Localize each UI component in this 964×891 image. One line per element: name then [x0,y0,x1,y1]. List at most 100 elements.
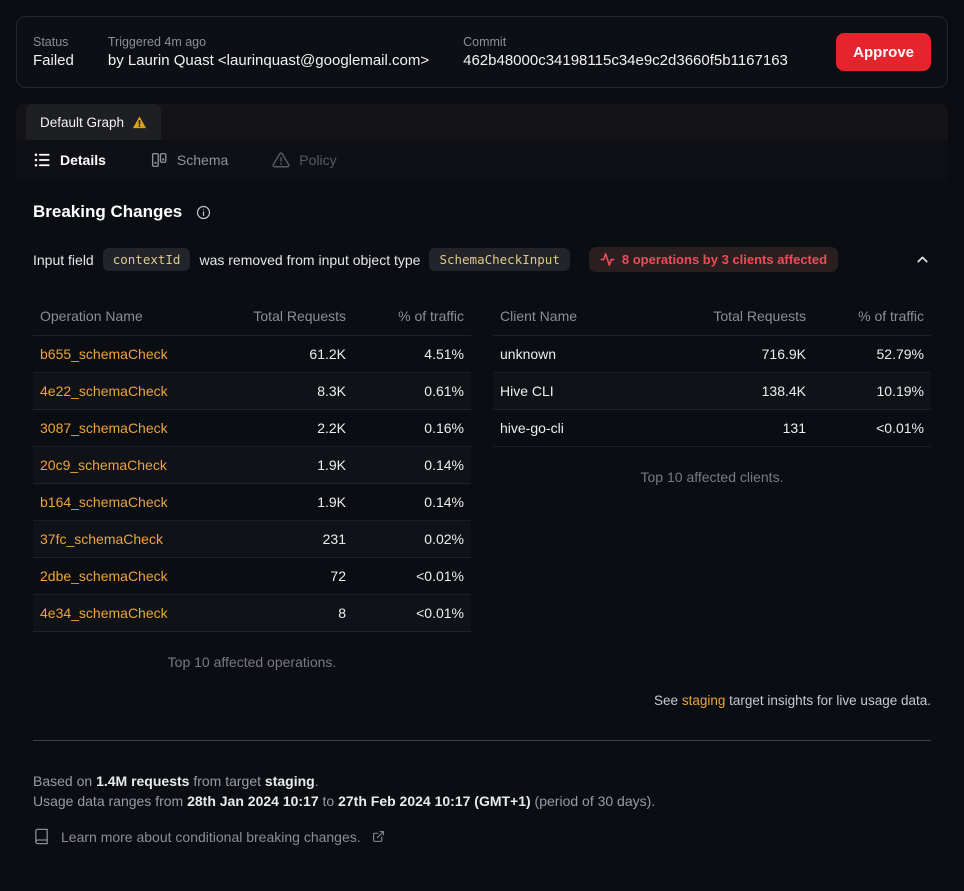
requests-count: 1.4M requests [96,773,189,789]
date-range-line: Usage data ranges from 28th Jan 2024 10:… [33,791,931,811]
traffic-value: 0.16% [346,420,464,436]
table-row: Hive CLI 138.4K 10.19% [493,373,931,410]
operation-link[interactable]: 37fc_schemaCheck [40,531,163,547]
tab-policy[interactable]: Policy [272,151,336,169]
tab-schema[interactable]: Schema [150,151,228,169]
status-value: Failed [33,52,74,69]
tab-details[interactable]: Details [33,151,106,169]
traffic-value: 0.14% [346,494,464,510]
requests-value: 8.3K [211,383,346,399]
warning-icon [132,115,147,130]
triggered-block: Triggered 4m ago by Laurin Quast <laurin… [108,35,429,69]
operations-caption: Top 10 affected operations. [33,654,471,670]
breaking-changes-title: Breaking Changes [33,202,182,222]
status-label: Status [33,35,74,49]
graph-tab-label: Default Graph [40,115,124,130]
breaking-change-accordion-header[interactable]: Input field contextId was removed from i… [33,247,931,272]
affected-badge-label: 8 operations by 3 clients affected [622,252,827,267]
operation-link[interactable]: b655_schemaCheck [40,346,168,362]
affected-operations-badge: 8 operations by 3 clients affected [589,247,838,272]
book-icon [33,828,50,845]
operation-link[interactable]: 4e22_schemaCheck [40,383,168,399]
change-middle: was removed from input object type [199,252,420,268]
based-on-line: Based on 1.4M requests from target stagi… [33,771,931,791]
col-total-requests: Total Requests [671,308,806,324]
table-row: 3087_schemaCheck 2.2K 0.16% [33,410,471,447]
requests-value: 231 [211,531,346,547]
usage-summary: Based on 1.4M requests from target stagi… [33,771,931,811]
change-prefix: Input field [33,252,94,268]
table-row: 2dbe_schemaCheck 72 <0.01% [33,558,471,595]
target-name: staging [265,773,315,789]
traffic-value: 4.51% [346,346,464,362]
breaking-change-text: Input field contextId was removed from i… [33,248,579,271]
staging-target-link[interactable]: staging [682,693,726,708]
triggered-author: by Laurin Quast <laurinquast@googlemail.… [108,52,429,69]
requests-value: 1.9K [211,457,346,473]
table-row: unknown 716.9K 52.79% [493,336,931,373]
activity-icon [600,252,615,267]
requests-value: 2.2K [211,420,346,436]
range-end: 27th Feb 2024 10:17 (GMT+1) [338,793,531,809]
details-content: Breaking Changes Input field contextId w… [16,180,948,865]
external-link-icon [372,830,385,843]
table-row: 20c9_schemaCheck 1.9K 0.14% [33,447,471,484]
traffic-value: <0.01% [806,420,924,436]
field-code-chip: contextId [103,248,191,271]
traffic-value: 0.14% [346,457,464,473]
col-traffic: % of traffic [346,308,464,324]
col-traffic: % of traffic [806,308,924,324]
requests-value: 138.4K [671,383,806,399]
traffic-value: 0.61% [346,383,464,399]
type-code-chip: SchemaCheckInput [429,248,569,271]
list-icon [33,151,51,169]
approve-button[interactable]: Approve [836,33,931,71]
status-block: Status Failed [33,35,74,69]
learn-more-link[interactable]: Learn more about conditional breaking ch… [33,828,931,845]
tab-details-label: Details [60,152,106,168]
operation-link[interactable]: 3087_schemaCheck [40,420,168,436]
info-icon[interactable] [196,205,211,220]
table-row: 37fc_schemaCheck 231 0.02% [33,521,471,558]
traffic-value: 10.19% [806,383,924,399]
check-header-card: Status Failed Triggered 4m ago by Laurin… [16,16,948,88]
section-divider [33,740,931,741]
table-row: b164_schemaCheck 1.9K 0.14% [33,484,471,521]
operation-link[interactable]: 2dbe_schemaCheck [40,568,168,584]
col-client-name: Client Name [500,308,671,324]
see-suffix: target insights for live usage data. [725,693,931,708]
tab-policy-label: Policy [299,152,336,168]
clients-caption: Top 10 affected clients. [493,469,931,485]
operation-link[interactable]: 20c9_schemaCheck [40,457,167,473]
commit-label: Commit [463,35,788,49]
client-name: hive-go-cli [500,420,671,436]
requests-value: 716.9K [671,346,806,362]
operation-link[interactable]: b164_schemaCheck [40,494,168,510]
tab-schema-label: Schema [177,152,228,168]
tab-default-graph[interactable]: Default Graph [26,104,161,140]
table-row: hive-go-cli 131 <0.01% [493,410,931,447]
see-target-line: See staging target insights for live usa… [493,669,931,708]
operations-table: Operation Name Total Requests % of traff… [33,296,471,708]
clients-table-header: Client Name Total Requests % of traffic [493,296,931,336]
col-operation-name: Operation Name [40,308,211,324]
commit-hash: 462b48000c34198115c34e9c2d3660f5b1167163 [463,52,788,69]
main-card: Default Graph Details [16,104,948,865]
alert-triangle-icon [272,151,290,169]
operation-link[interactable]: 4e34_schemaCheck [40,605,168,621]
traffic-value: 52.79% [806,346,924,362]
traffic-value: <0.01% [346,605,464,621]
clients-table: Client Name Total Requests % of traffic … [493,296,931,708]
table-row: 4e34_schemaCheck 8 <0.01% [33,595,471,632]
traffic-value: <0.01% [346,568,464,584]
requests-value: 8 [211,605,346,621]
col-total-requests: Total Requests [211,308,346,324]
requests-value: 131 [671,420,806,436]
requests-value: 61.2K [211,346,346,362]
client-name: unknown [500,346,671,362]
chevron-up-icon[interactable] [914,251,931,268]
requests-value: 72 [211,568,346,584]
graph-tab-bar: Default Graph [16,104,948,140]
commit-block: Commit 462b48000c34198115c34e9c2d3660f5b… [463,35,788,69]
table-row: b655_schemaCheck 61.2K 4.51% [33,336,471,373]
